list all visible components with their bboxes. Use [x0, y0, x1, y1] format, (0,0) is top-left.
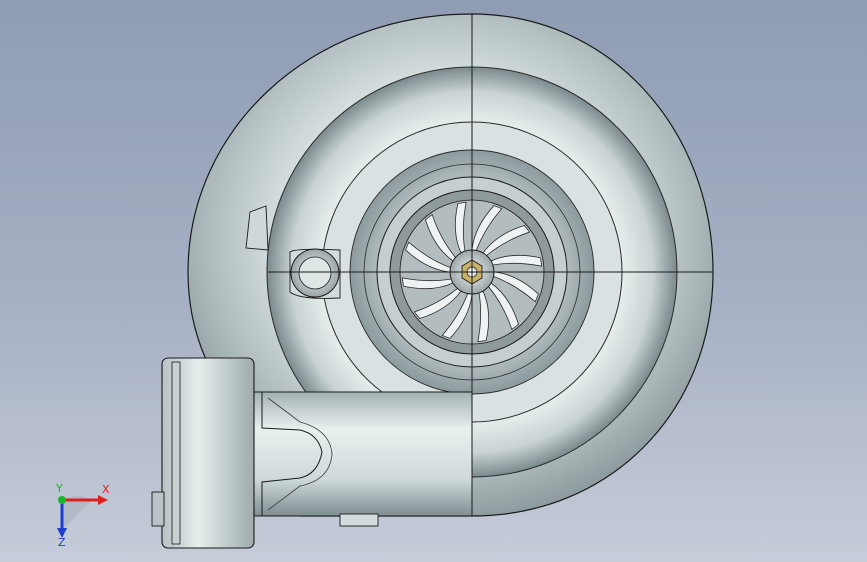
x-axis-label: X — [102, 483, 110, 496]
axis-triad: X Y Z — [55, 482, 110, 548]
y-axis-dot — [58, 496, 66, 504]
z-axis-label: Z — [58, 536, 66, 548]
outlet-pipe[interactable] — [249, 391, 473, 517]
y-axis-label: Y — [55, 482, 63, 495]
turbocharger-model[interactable] — [0, 0, 867, 562]
3d-viewport[interactable]: X Y Z — [0, 0, 867, 562]
x-axis-head — [98, 495, 108, 505]
port-boss[interactable] — [289, 248, 341, 299]
